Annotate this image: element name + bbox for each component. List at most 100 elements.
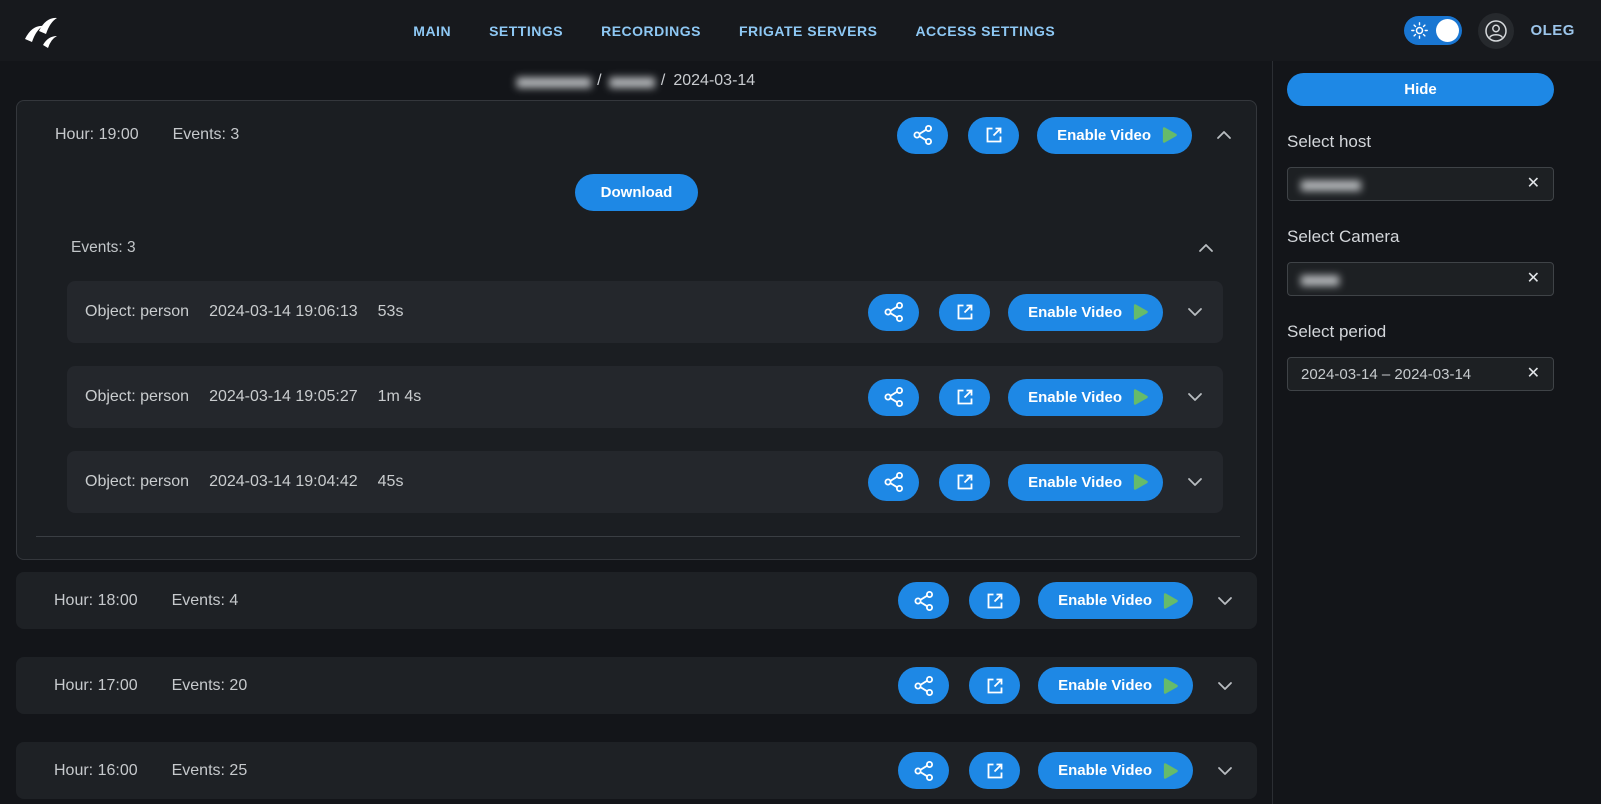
event-row: Object: person 2024-03-14 19:06:13 53s bbox=[67, 281, 1223, 343]
clear-period-button[interactable]: ✕ bbox=[1527, 366, 1540, 382]
enable-video-button[interactable]: Enable Video bbox=[1037, 117, 1192, 154]
top-nav: MAIN SETTINGS RECORDINGS FRIGATE SERVERS… bbox=[0, 0, 1601, 61]
enable-video-label: Enable Video bbox=[1058, 677, 1152, 694]
enable-video-button[interactable]: Enable Video bbox=[1008, 464, 1163, 501]
open-in-new-button[interactable] bbox=[969, 667, 1020, 704]
frigate-logo[interactable] bbox=[18, 8, 64, 54]
host-select[interactable]: ▆▆▆▆▆▆▆▆ ✕ bbox=[1287, 167, 1554, 201]
share-icon bbox=[912, 674, 936, 698]
open-in-new-icon bbox=[984, 760, 1006, 782]
play-icon bbox=[1131, 303, 1149, 321]
event-object-label: Object: person bbox=[85, 303, 189, 321]
events-count-label: Events: 4 bbox=[172, 592, 239, 610]
nav-item-recordings[interactable]: RECORDINGS bbox=[601, 23, 701, 39]
frigate-bird-icon bbox=[19, 9, 63, 53]
chevron-down-icon bbox=[1215, 676, 1235, 696]
expand-event-button[interactable] bbox=[1185, 387, 1205, 407]
nav-item-main[interactable]: MAIN bbox=[413, 23, 451, 39]
period-value: 2024-03-14 – 2024-03-14 bbox=[1301, 366, 1471, 383]
chevron-down-icon bbox=[1215, 761, 1235, 781]
open-in-new-button[interactable] bbox=[969, 582, 1020, 619]
event-row: Object: person 2024-03-14 19:04:42 45s bbox=[67, 451, 1223, 513]
clear-camera-button[interactable]: ✕ bbox=[1527, 271, 1540, 287]
sun-icon bbox=[1411, 22, 1428, 39]
expand-event-button[interactable] bbox=[1185, 302, 1205, 322]
event-object-label: Object: person bbox=[85, 473, 189, 491]
nav-item-access-settings[interactable]: ACCESS SETTINGS bbox=[915, 23, 1055, 39]
hour-label: Hour: 18:00 bbox=[54, 592, 138, 610]
enable-video-button[interactable]: Enable Video bbox=[1008, 294, 1163, 331]
enable-video-label: Enable Video bbox=[1028, 474, 1122, 491]
collapse-hour-button[interactable] bbox=[1214, 125, 1234, 145]
nav-item-frigate-servers[interactable]: FRIGATE SERVERS bbox=[739, 23, 877, 39]
chevron-up-icon bbox=[1214, 125, 1234, 145]
chevron-down-icon bbox=[1185, 302, 1205, 322]
play-icon bbox=[1161, 592, 1179, 610]
download-button[interactable]: Download bbox=[575, 174, 699, 211]
theme-toggle[interactable] bbox=[1404, 16, 1462, 45]
share-button[interactable] bbox=[898, 667, 949, 704]
event-duration-label: 45s bbox=[378, 473, 404, 491]
share-button[interactable] bbox=[898, 582, 949, 619]
share-button[interactable] bbox=[897, 117, 948, 154]
username-label[interactable]: OLEG bbox=[1530, 22, 1575, 39]
share-button[interactable] bbox=[868, 464, 919, 501]
enable-video-button[interactable]: Enable Video bbox=[1038, 752, 1193, 789]
user-avatar[interactable] bbox=[1478, 13, 1514, 49]
enable-video-button[interactable]: Enable Video bbox=[1008, 379, 1163, 416]
share-icon bbox=[882, 300, 906, 324]
enable-video-button[interactable]: Enable Video bbox=[1038, 582, 1193, 619]
open-in-new-icon bbox=[984, 590, 1006, 612]
event-duration-label: 1m 4s bbox=[378, 388, 422, 406]
hide-button[interactable]: Hide bbox=[1287, 73, 1554, 106]
event-time-label: 2024-03-14 19:05:27 bbox=[209, 388, 358, 406]
chevron-down-icon bbox=[1185, 472, 1205, 492]
period-select[interactable]: 2024-03-14 – 2024-03-14 ✕ bbox=[1287, 357, 1554, 391]
enable-video-button[interactable]: Enable Video bbox=[1038, 667, 1193, 704]
hour-row-17: Hour: 17:00 Events: 20 bbox=[16, 657, 1257, 714]
share-icon bbox=[882, 385, 906, 409]
events-section-label: Events: 3 bbox=[71, 239, 136, 257]
open-in-new-button[interactable] bbox=[969, 752, 1020, 789]
share-button[interactable] bbox=[868, 294, 919, 331]
clear-host-button[interactable]: ✕ bbox=[1527, 176, 1540, 192]
hour-label: Hour: 17:00 bbox=[54, 677, 138, 695]
expand-hour-button[interactable] bbox=[1215, 676, 1235, 696]
chevron-up-icon bbox=[1196, 238, 1216, 258]
expand-hour-button[interactable] bbox=[1215, 591, 1235, 611]
enable-video-label: Enable Video bbox=[1057, 127, 1151, 144]
share-button[interactable] bbox=[898, 752, 949, 789]
events-subheader: Events: 3 bbox=[17, 238, 1256, 258]
content-area: ▆▆▆▆▆▆▆▆▆▆ / ▆▆▆▆▆▆ / 2024-03-14 Hour: 1… bbox=[0, 61, 1601, 804]
collapse-events-button[interactable] bbox=[1196, 238, 1216, 258]
nav-item-settings[interactable]: SETTINGS bbox=[489, 23, 563, 39]
enable-video-label: Enable Video bbox=[1058, 762, 1152, 779]
expand-hour-button[interactable] bbox=[1215, 761, 1235, 781]
chevron-down-icon bbox=[1185, 387, 1205, 407]
play-icon bbox=[1161, 677, 1179, 695]
hour-label: Hour: 16:00 bbox=[54, 762, 138, 780]
open-in-new-button[interactable] bbox=[939, 379, 990, 416]
share-icon bbox=[912, 589, 936, 613]
camera-select[interactable]: ▆▆▆▆▆ ✕ bbox=[1287, 262, 1554, 296]
event-list: Object: person 2024-03-14 19:06:13 53s bbox=[67, 281, 1223, 513]
open-in-new-icon bbox=[954, 386, 976, 408]
share-icon bbox=[912, 759, 936, 783]
open-in-new-icon bbox=[954, 471, 976, 493]
share-button[interactable] bbox=[868, 379, 919, 416]
breadcrumb-separator: / bbox=[661, 72, 665, 90]
play-icon bbox=[1131, 388, 1149, 406]
open-in-new-button[interactable] bbox=[968, 117, 1019, 154]
open-in-new-button[interactable] bbox=[939, 464, 990, 501]
person-icon bbox=[1483, 18, 1509, 44]
select-period-label: Select period bbox=[1287, 322, 1554, 342]
camera-value-blurred: ▆▆▆▆▆ bbox=[1301, 272, 1337, 286]
filter-sidebar: Hide Select host ▆▆▆▆▆▆▆▆ ✕ Select Camer… bbox=[1273, 61, 1601, 804]
breadcrumb-host-blurred: ▆▆▆▆▆▆▆▆▆▆ bbox=[517, 74, 589, 88]
event-row: Object: person 2024-03-14 19:05:27 1m 4s bbox=[67, 366, 1223, 428]
select-host-label: Select host bbox=[1287, 132, 1554, 152]
open-in-new-button[interactable] bbox=[939, 294, 990, 331]
chevron-down-icon bbox=[1215, 591, 1235, 611]
expand-event-button[interactable] bbox=[1185, 472, 1205, 492]
play-icon bbox=[1161, 762, 1179, 780]
